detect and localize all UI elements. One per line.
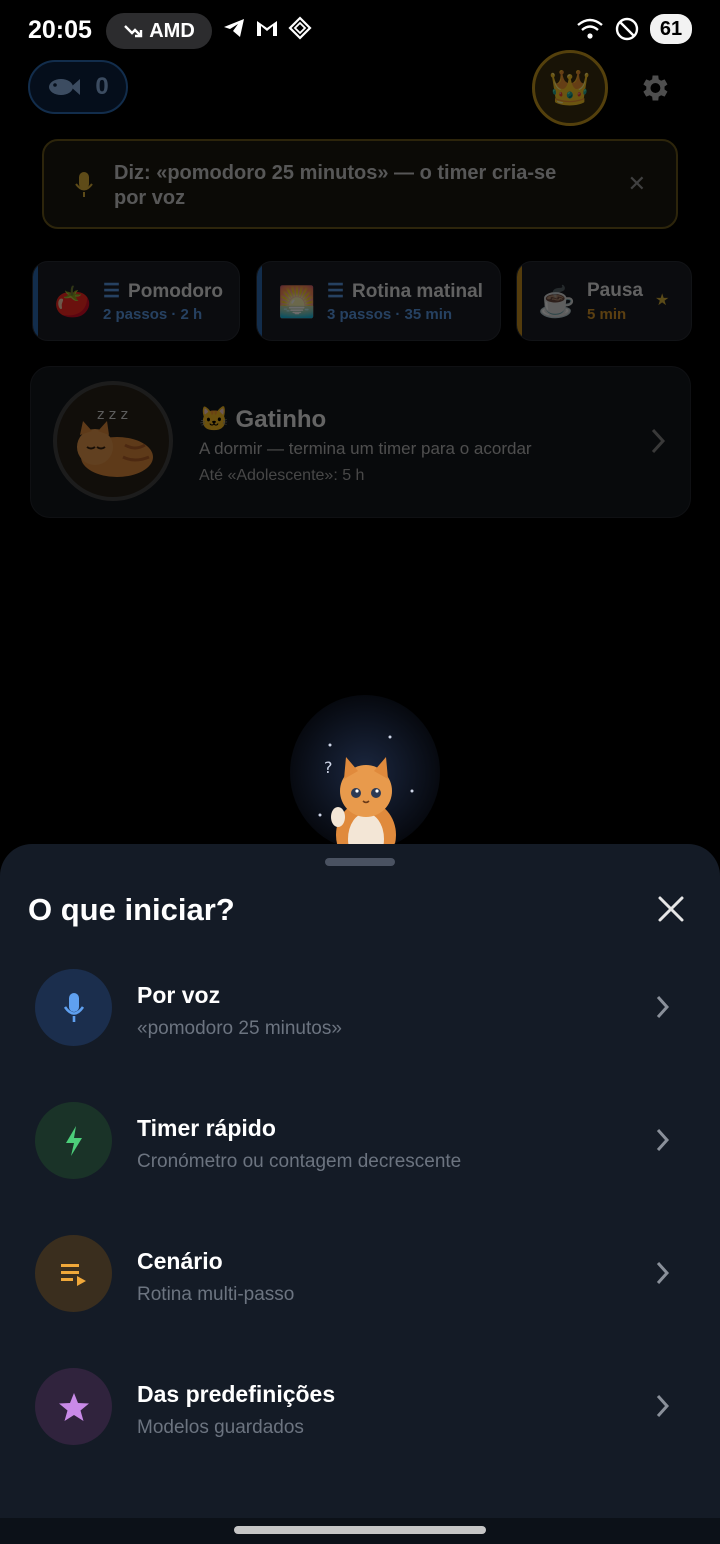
- sleeping-cat-icon: z z z: [77, 407, 153, 477]
- star-icon: [58, 1392, 89, 1421]
- option-icon-bg: [35, 1235, 112, 1312]
- settings-button[interactable]: [630, 64, 678, 112]
- wifi-icon: [577, 18, 603, 39]
- option-scenario[interactable]: Cenário Rotina multi-passo: [0, 1212, 720, 1332]
- sheet-title: O que iniciar?: [28, 892, 235, 927]
- chevron-right-icon: [651, 428, 666, 454]
- sunrise-icon: 🌅: [278, 285, 316, 319]
- pet-card[interactable]: z z z 🐱 Gatinho A dormir — termina um ti…: [30, 366, 691, 518]
- gmail-icon: [257, 21, 277, 36]
- premium-crown-button[interactable]: 👑: [532, 50, 608, 126]
- chip-stripe: [257, 262, 262, 340]
- trend-down-icon: [124, 25, 143, 38]
- preset-chip-pausa[interactable]: ☕ Pausa 5 min ★: [516, 261, 692, 341]
- playlist-icon: [60, 1263, 86, 1286]
- system-nav-bar: [0, 1518, 720, 1544]
- bolt-icon: [65, 1125, 82, 1156]
- favorite-star-icon: ★: [655, 292, 670, 309]
- option-title: Timer rápido: [137, 1115, 276, 1141]
- status-right: 61: [576, 14, 692, 44]
- option-quick-timer[interactable]: Timer rápido Cronómetro ou contagem decr…: [0, 1079, 720, 1199]
- chip-title: Pausa: [587, 280, 643, 301]
- option-icon-bg: [35, 1102, 112, 1179]
- status-time: 20:05: [28, 16, 92, 44]
- home-gesture-handle[interactable]: [234, 1526, 486, 1534]
- option-title: Das predefinições: [137, 1381, 336, 1407]
- start-bottom-sheet: O que iniciar? Por voz «pomodoro 25 minu…: [0, 844, 720, 1518]
- cat-mascot-icon: ?: [318, 735, 414, 845]
- chevron-right-icon: [656, 1394, 670, 1418]
- app-diamond-icon: [288, 16, 312, 40]
- telegram-icon: [224, 19, 244, 37]
- voice-hint-banner: Diz: «pomodoro 25 minutos» — o timer cri…: [42, 139, 678, 229]
- option-presets[interactable]: Das predefinições Modelos guardados: [0, 1345, 720, 1465]
- chevron-right-icon: [656, 995, 670, 1019]
- chip-stripe: [517, 262, 522, 340]
- option-icon-bg: [35, 969, 112, 1046]
- banner-close-icon[interactable]: ✕: [628, 171, 646, 197]
- curious-cat-illustration: ?: [290, 695, 440, 850]
- coffee-icon: ☕: [538, 285, 576, 319]
- option-title: Por voz: [137, 982, 221, 1008]
- chevron-right-icon: [656, 1261, 670, 1285]
- fish-counter[interactable]: 0: [28, 60, 128, 114]
- fish-icon: [49, 79, 81, 95]
- notification-icons: [222, 16, 312, 40]
- sheet-drag-handle[interactable]: [325, 858, 395, 866]
- pet-title: 🐱 Gatinho: [199, 406, 327, 433]
- pet-subtitle: A dormir — termina um timer para o acord…: [199, 439, 532, 458]
- status-pill: AMD: [106, 13, 212, 49]
- crown-icon: 👑: [548, 69, 592, 107]
- sheet-close-button[interactable]: [650, 888, 692, 930]
- option-title: Cenário: [137, 1248, 223, 1274]
- tomato-icon: 🍅: [54, 285, 92, 319]
- gear-icon: [643, 75, 668, 101]
- preset-chip-rotina[interactable]: 🌅 ☰ Rotina matinal 3 passos · 35 min: [256, 261, 501, 341]
- chevron-right-icon: [656, 1128, 670, 1152]
- pet-level-progress: Até «Adolescente»: 5 h: [199, 467, 365, 484]
- chip-meta: 5 min: [587, 306, 627, 323]
- svg-text:?: ?: [324, 758, 333, 777]
- svg-text:z z z: z z z: [97, 407, 128, 423]
- chip-title: ☰ Rotina matinal: [327, 281, 483, 302]
- close-icon: [658, 896, 684, 922]
- option-voice[interactable]: Por voz «pomodoro 25 minutos»: [0, 946, 720, 1066]
- status-pill-label: AMD: [149, 19, 195, 42]
- option-subtitle: «pomodoro 25 minutos»: [137, 1018, 342, 1039]
- chip-title: ☰ Pomodoro: [103, 281, 224, 302]
- voice-hint-text: Diz: «pomodoro 25 minutos» — o timer cri…: [114, 162, 557, 209]
- option-subtitle: Rotina multi-passo: [137, 1284, 295, 1305]
- fish-count: 0: [95, 73, 109, 100]
- chip-stripe: [33, 262, 38, 340]
- chip-meta: 2 passos · 2 h: [103, 306, 203, 323]
- do-not-disturb-icon: [615, 17, 639, 41]
- battery-indicator: 61: [650, 14, 692, 44]
- mic-icon: [63, 992, 84, 1022]
- option-icon-bg: [35, 1368, 112, 1445]
- chip-meta: 3 passos · 35 min: [327, 306, 453, 323]
- option-subtitle: Cronómetro ou contagem decrescente: [137, 1151, 462, 1172]
- preset-chip-pomodoro[interactable]: 🍅 ☰ Pomodoro 2 passos · 2 h: [32, 261, 240, 341]
- option-subtitle: Modelos guardados: [137, 1417, 304, 1438]
- sleeping-cat-avatar: z z z: [53, 381, 173, 501]
- mic-icon: [75, 172, 93, 197]
